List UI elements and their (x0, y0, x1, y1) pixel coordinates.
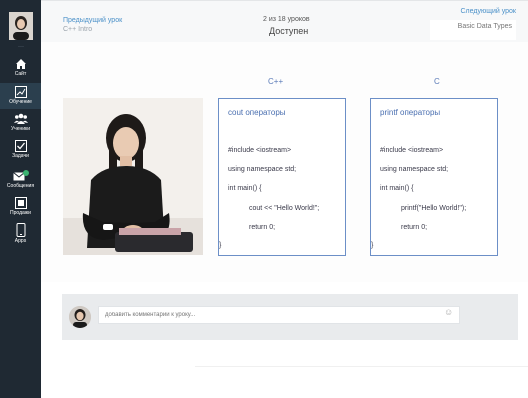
notification-badge (22, 170, 29, 176)
sidebar-item-label: Задачи (12, 153, 29, 159)
sidebar-item-messages[interactable]: Сообщения (0, 170, 41, 192)
next-lesson-link[interactable]: Следующий урок (460, 8, 516, 15)
checkbox-icon (14, 140, 27, 152)
sidebar-item-label: Продажи (10, 210, 31, 216)
sidebar-item-label: Обучение (9, 99, 32, 105)
lesson-status: Доступен (269, 26, 309, 36)
users-icon (13, 113, 28, 124)
more-icon[interactable]: ··· (18, 44, 24, 50)
cpp-code-panel: cout операторы #include <iostream> using… (218, 98, 346, 256)
lesson-counter: 2 из 18 уроков (263, 16, 310, 23)
emoji-icon[interactable]: ☺ (444, 307, 453, 317)
comment-section: ☺ (62, 294, 518, 340)
code-line: #include <iostream> (380, 147, 444, 154)
phone-icon (16, 223, 25, 237)
comment-avatar (69, 306, 91, 328)
chart-icon (14, 86, 27, 98)
sales-icon (14, 197, 27, 209)
sidebar-item-label: Apps (14, 238, 27, 244)
sidebar-item-students[interactable]: Ученики (0, 113, 41, 135)
cpp-code-title: cout операторы (228, 108, 286, 117)
cpp-column-label: C++ (268, 77, 284, 86)
mail-icon (12, 170, 29, 181)
sidebar-item-site[interactable]: Сайт (0, 58, 41, 80)
sidebar-item-apps[interactable]: Apps (0, 223, 41, 247)
previous-lesson-title[interactable]: C++ Intro (63, 26, 92, 33)
lesson-navigation-bar: Предыдущий урок C++ Intro 2 из 18 уроков… (41, 0, 528, 43)
code-line: printf("Hello World!"); (401, 205, 467, 212)
code-line: return 0; (249, 224, 276, 231)
user-avatar[interactable] (9, 12, 33, 40)
previous-lesson-link[interactable]: Предыдущий урок (63, 17, 122, 24)
sidebar-item-tasks[interactable]: Задачи (0, 140, 41, 162)
code-line: using namespace std; (380, 166, 449, 173)
sidebar-item-label: Ученики (10, 126, 31, 132)
comment-input[interactable] (98, 306, 460, 324)
c-column-label: C (434, 77, 440, 86)
sidebar-item-label: Сайт (14, 71, 27, 77)
presenter-image (63, 98, 203, 255)
code-line: } (219, 242, 222, 249)
next-lesson-title[interactable]: Basic Data Types (430, 20, 516, 40)
video-player[interactable] (63, 98, 203, 255)
c-code-panel: printf операторы #include <iostream> usi… (370, 98, 498, 256)
code-line: #include <iostream> (228, 147, 292, 154)
code-line: using namespace std; (228, 166, 297, 173)
c-code-title: printf операторы (380, 108, 441, 117)
sidebar: ··· Сайт Обучение Ученики Задачи Сообщен… (0, 0, 41, 398)
divider (195, 366, 528, 367)
code-line: int main() { (228, 185, 262, 192)
sidebar-item-sales[interactable]: Продажи (0, 197, 41, 219)
code-line: int main() { (380, 185, 414, 192)
sidebar-item-label: Сообщения (6, 183, 35, 189)
sidebar-item-learning[interactable]: Обучение (0, 83, 41, 109)
code-line: cout << "Hello World!"; (249, 205, 320, 212)
code-line: } (371, 242, 374, 249)
home-icon (15, 59, 26, 69)
code-line: return 0; (401, 224, 428, 231)
